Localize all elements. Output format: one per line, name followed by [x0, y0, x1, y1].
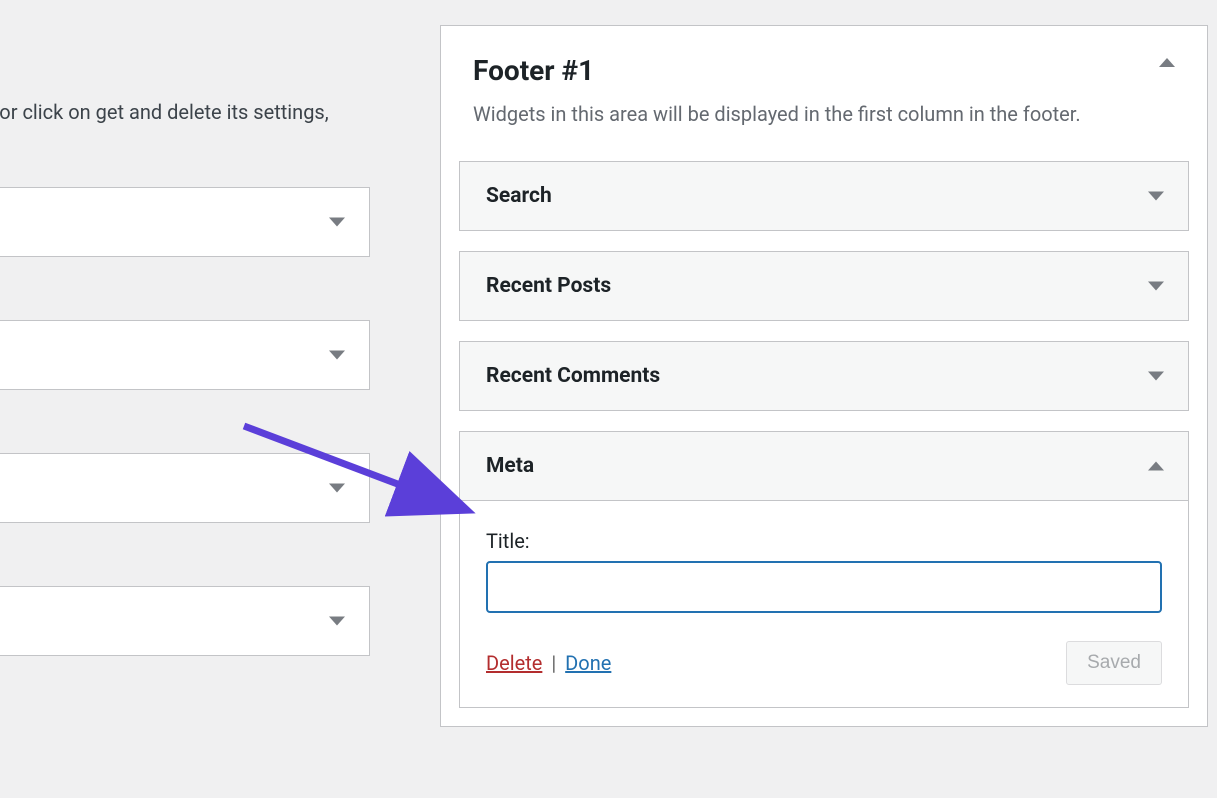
widget-title: Recent Posts [486, 274, 611, 298]
done-link[interactable]: Done [565, 651, 611, 675]
available-widget-caption: your site's Posts. [0, 269, 370, 292]
title-input[interactable] [486, 561, 1162, 613]
widget-meta: Meta [459, 431, 1189, 501]
chevron-down-icon [329, 617, 345, 626]
chevron-down-icon [329, 351, 345, 360]
link-separator: | [551, 651, 561, 675]
chevron-down-icon [1148, 282, 1164, 291]
widget-actions: Delete | Done Saved [486, 641, 1162, 685]
chevron-up-icon [1159, 58, 1175, 67]
available-widget-caption: f categories. [0, 668, 370, 691]
available-description: rag it to a sidebar or click on get and … [0, 97, 370, 157]
chevron-up-icon [1148, 462, 1164, 471]
available-widget-caption: te's posts. [0, 535, 370, 558]
widget-meta-body: Title: Delete | Done Saved [459, 501, 1189, 708]
available-widget-item[interactable] [0, 187, 370, 257]
sidebar-panel-title: Footer #1 [473, 54, 1175, 87]
available-widget-caption: ayer. [0, 402, 370, 425]
widget-header[interactable]: Recent Comments [460, 342, 1188, 410]
widget-recent-comments: Recent Comments [459, 341, 1189, 411]
widget-search: Search [459, 161, 1189, 231]
widget-recent-posts: Recent Posts [459, 251, 1189, 321]
chevron-down-icon [329, 218, 345, 227]
sidebar-panel-footer1: Footer #1 Widgets in this area will be d… [440, 25, 1208, 727]
available-widget-item[interactable] [0, 320, 370, 390]
chevron-down-icon [1148, 372, 1164, 381]
delete-link[interactable]: Delete [486, 651, 542, 675]
sidebar-panel-description: Widgets in this area will be displayed i… [473, 99, 1175, 129]
available-widgets-column: ts rag it to a sidebar or click on get a… [0, 0, 370, 719]
available-widget-item[interactable] [0, 453, 370, 523]
available-widget-item[interactable] [0, 586, 370, 656]
available-heading: ts [0, 55, 370, 82]
widget-title: Recent Comments [486, 364, 660, 388]
action-links: Delete | Done [486, 651, 611, 675]
chevron-down-icon [329, 484, 345, 493]
widget-header[interactable]: Meta [460, 432, 1188, 500]
widget-title: Meta [486, 454, 534, 478]
widget-list: Search Recent Posts Recent Comments Meta… [441, 147, 1207, 726]
title-field-label: Title: [486, 529, 1162, 553]
widget-header[interactable]: Search [460, 162, 1188, 230]
saved-button: Saved [1066, 641, 1162, 685]
chevron-down-icon [1148, 192, 1164, 201]
widget-header[interactable]: Recent Posts [460, 252, 1188, 320]
widget-title: Search [486, 184, 552, 208]
sidebar-panel-header[interactable]: Footer #1 Widgets in this area will be d… [441, 26, 1207, 147]
